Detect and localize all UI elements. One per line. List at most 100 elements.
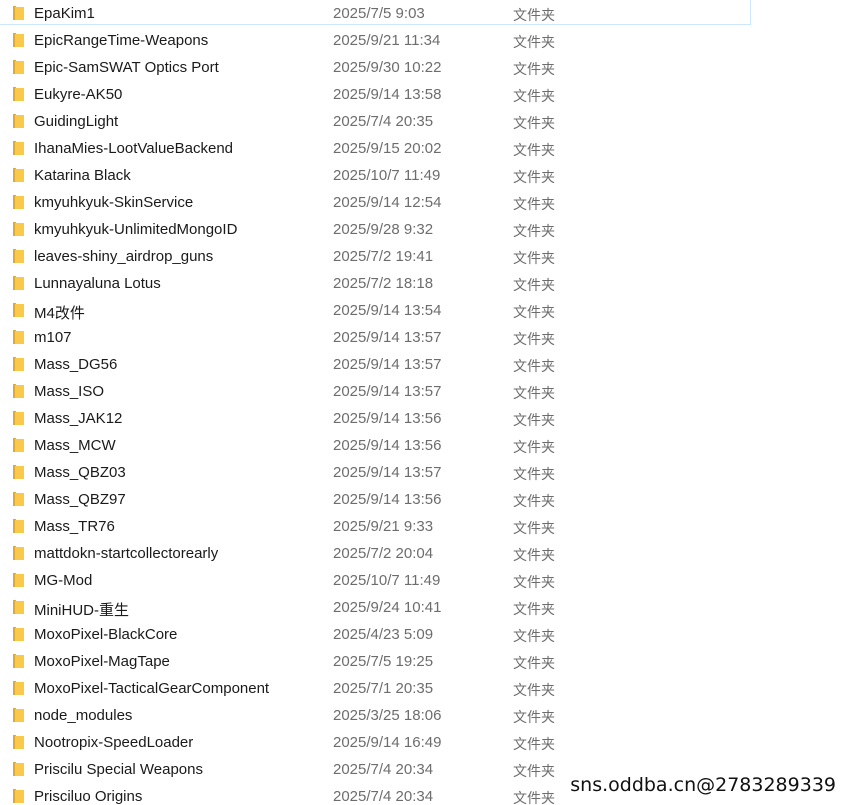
list-item[interactable]: MiniHUD-重生 2025/9/24 10:41 文件夹 <box>0 596 845 623</box>
list-item[interactable]: Mass_QBZ97 2025/9/14 13:56 文件夹 <box>0 488 845 515</box>
list-item[interactable]: MoxoPixel-TacticalGearComponent 2025/7/1 … <box>0 677 845 704</box>
file-name: MoxoPixel-MagTape <box>34 653 170 670</box>
folder-icon <box>13 438 24 452</box>
file-type: 文件夹 <box>513 683 555 699</box>
file-name: EpicRangeTime-Weapons <box>34 32 209 49</box>
modified-date: 2025/9/28 9:32 <box>333 221 434 238</box>
modified-date: 2025/10/7 11:49 <box>333 167 441 184</box>
modified-date: 2025/9/15 20:02 <box>333 140 442 157</box>
folder-icon <box>13 519 24 533</box>
file-name: m107 <box>34 329 72 346</box>
modified-date: 2025/9/14 13:57 <box>333 383 442 400</box>
file-type: 文件夹 <box>513 143 555 159</box>
list-item[interactable]: Eukyre-AK50 2025/9/14 13:58 文件夹 <box>0 83 845 110</box>
modified-date: 2025/9/14 13:56 <box>333 410 442 427</box>
list-item[interactable]: MoxoPixel-MagTape 2025/7/5 19:25 文件夹 <box>0 650 845 677</box>
folder-icon <box>13 6 24 20</box>
list-item[interactable]: Katarina Black 2025/10/7 11:49 文件夹 <box>0 164 845 191</box>
file-name: Nootropix-SpeedLoader <box>34 734 194 751</box>
file-type: 文件夹 <box>513 224 555 240</box>
list-item[interactable]: Mass_ISO 2025/9/14 13:57 文件夹 <box>0 380 845 407</box>
modified-date: 2025/10/7 11:49 <box>333 572 441 589</box>
list-item[interactable]: node_modules 2025/3/25 18:06 文件夹 <box>0 704 845 731</box>
list-item[interactable]: EpaKim1 2025/7/5 9:03 文件夹 <box>0 0 845 29</box>
modified-date: 2025/7/4 20:34 <box>333 761 434 778</box>
list-item[interactable]: Mass_DG56 2025/9/14 13:57 文件夹 <box>0 353 845 380</box>
folder-icon <box>13 330 24 344</box>
file-type: 文件夹 <box>513 575 555 591</box>
file-type: 文件夹 <box>513 440 555 456</box>
folder-icon <box>13 654 24 668</box>
file-name: Mass_JAK12 <box>34 410 123 427</box>
file-type: 文件夹 <box>513 413 555 429</box>
list-item[interactable]: Mass_TR76 2025/9/21 9:33 文件夹 <box>0 515 845 542</box>
file-name: node_modules <box>34 707 133 724</box>
list-item[interactable]: MoxoPixel-BlackCore 2025/4/23 5:09 文件夹 <box>0 623 845 650</box>
modified-date: 2025/7/5 9:03 <box>333 5 425 22</box>
list-item[interactable]: M4改件 2025/9/14 13:54 文件夹 <box>0 299 845 326</box>
list-item[interactable]: Mass_QBZ03 2025/9/14 13:57 文件夹 <box>0 461 845 488</box>
file-list: EpaKim1 2025/7/5 9:03 文件夹 EpicRangeTime-Wea… <box>0 0 845 805</box>
file-name: Epic-SamSWAT Optics Port <box>34 59 219 76</box>
list-item[interactable]: leaves-shiny_airdrop_guns 2025/7/2 19:41 文… <box>0 245 845 272</box>
file-name: Mass_ISO <box>34 383 105 400</box>
file-name: EpaKim1 <box>34 5 95 22</box>
folder-icon <box>13 600 24 614</box>
modified-date: 2025/7/1 20:35 <box>333 680 434 697</box>
folder-icon <box>13 546 24 560</box>
modified-date: 2025/9/14 16:49 <box>333 734 442 751</box>
file-name: Mass_MCW <box>34 437 116 454</box>
folder-icon <box>13 222 24 236</box>
file-name: Priscilu Special Weapons <box>34 761 203 778</box>
list-item[interactable]: MG-Mod 2025/10/7 11:49 文件夹 <box>0 569 845 596</box>
list-item[interactable]: kmyuhkyuk-SkinService 2025/9/14 12:54 文件夹 <box>0 191 845 218</box>
folder-icon <box>13 681 24 695</box>
folder-icon <box>13 492 24 506</box>
modified-date: 2025/9/14 12:54 <box>333 194 442 211</box>
list-item[interactable]: EpicRangeTime-Weapons 2025/9/21 11:34 文件夹 <box>0 29 845 56</box>
file-type: 文件夹 <box>513 764 555 780</box>
file-type: 文件夹 <box>513 359 555 375</box>
file-type: 文件夹 <box>513 629 555 645</box>
folder-icon <box>13 708 24 722</box>
file-type: 文件夹 <box>513 35 555 51</box>
folder-icon <box>13 384 24 398</box>
folder-icon <box>13 195 24 209</box>
file-type: 文件夹 <box>513 521 555 537</box>
folder-icon <box>13 141 24 155</box>
list-item[interactable]: IhanaMies-LootValueBackend 2025/9/15 20:0… <box>0 137 845 164</box>
list-item[interactable]: Epic-SamSWAT Optics Port 2025/9/30 10:22 文… <box>0 56 845 83</box>
list-item[interactable]: mattdokn-startcollectorearly 2025/7/2 20:… <box>0 542 845 569</box>
list-item[interactable]: Nootropix-SpeedLoader 2025/9/14 16:49 文件夹 <box>0 731 845 758</box>
list-item[interactable]: m107 2025/9/14 13:57 文件夹 <box>0 326 845 353</box>
file-type: 文件夹 <box>513 89 555 105</box>
modified-date: 2025/7/2 18:18 <box>333 275 434 292</box>
modified-date: 2025/7/4 20:35 <box>333 113 434 130</box>
file-name: MiniHUD-重生 <box>34 602 129 619</box>
folder-icon <box>13 303 24 317</box>
modified-date: 2025/9/14 13:57 <box>333 464 442 481</box>
list-item[interactable]: GuidingLight 2025/7/4 20:35 文件夹 <box>0 110 845 137</box>
list-item[interactable]: kmyuhkyuk-UnlimitedMongoID 2025/9/28 9:32… <box>0 218 845 245</box>
file-name: MoxoPixel-BlackCore <box>34 626 178 643</box>
folder-icon <box>13 276 24 290</box>
file-type: 文件夹 <box>513 737 555 753</box>
file-type: 文件夹 <box>513 278 555 294</box>
file-name: Lunnayaluna Lotus <box>34 275 161 292</box>
modified-date: 2025/7/5 19:25 <box>333 653 434 670</box>
list-item[interactable]: Lunnayaluna Lotus 2025/7/2 18:18 文件夹 <box>0 272 845 299</box>
file-type: 文件夹 <box>513 467 555 483</box>
modified-date: 2025/9/14 13:56 <box>333 491 442 508</box>
folder-icon <box>13 789 24 803</box>
modified-date: 2025/9/14 13:57 <box>333 356 442 373</box>
modified-date: 2025/9/24 10:41 <box>333 599 442 616</box>
modified-date: 2025/9/21 11:34 <box>333 32 441 49</box>
list-item[interactable]: Mass_JAK12 2025/9/14 13:56 文件夹 <box>0 407 845 434</box>
modified-date: 2025/4/23 5:09 <box>333 626 434 643</box>
file-type: 文件夹 <box>513 791 555 805</box>
file-name: GuidingLight <box>34 113 119 130</box>
file-name: IhanaMies-LootValueBackend <box>34 140 234 157</box>
file-type: 文件夹 <box>513 494 555 510</box>
list-item[interactable]: Mass_MCW 2025/9/14 13:56 文件夹 <box>0 434 845 461</box>
file-type: 文件夹 <box>513 251 555 267</box>
